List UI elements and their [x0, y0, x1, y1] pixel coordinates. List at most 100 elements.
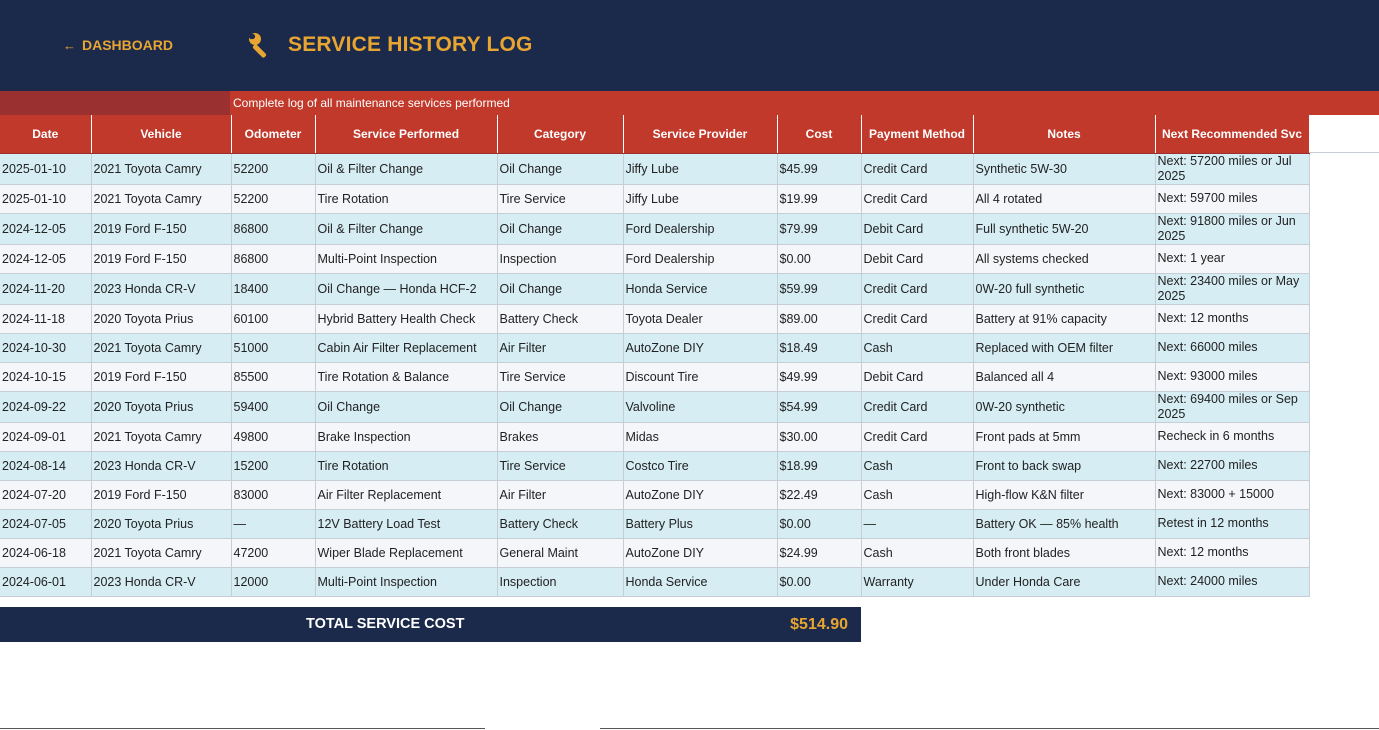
- cell-cost[interactable]: $89.00: [777, 304, 862, 334]
- cell-notes[interactable]: All 4 rotated: [973, 184, 1156, 214]
- cell-date[interactable]: 2025-01-10: [0, 184, 92, 214]
- cell-payment[interactable]: Cash: [861, 333, 974, 363]
- cell-next-service[interactable]: Next: 23400 miles or May 2025: [1155, 273, 1310, 305]
- cell-cost[interactable]: $30.00: [777, 422, 862, 452]
- cell-vehicle[interactable]: 2020 Toyota Prius: [91, 304, 232, 334]
- cell-provider[interactable]: Ford Dealership: [623, 213, 778, 245]
- cell-cost[interactable]: $54.99: [777, 391, 862, 423]
- cell-date[interactable]: 2024-12-05: [0, 244, 92, 274]
- cell-next-service[interactable]: Next: 93000 miles: [1155, 362, 1310, 392]
- cell-payment[interactable]: Credit Card: [861, 422, 974, 452]
- cell-category[interactable]: Inspection: [497, 244, 624, 274]
- cell-odometer[interactable]: 86800: [231, 213, 316, 245]
- cell-notes[interactable]: Under Honda Care: [973, 567, 1156, 597]
- cell-cost[interactable]: $0.00: [777, 567, 862, 597]
- column-header-payment[interactable]: Payment Method: [861, 115, 974, 154]
- cell-date[interactable]: 2024-10-15: [0, 362, 92, 392]
- cell-cost[interactable]: $19.99: [777, 184, 862, 214]
- cell-vehicle[interactable]: 2021 Toyota Camry: [91, 333, 232, 363]
- cell-provider[interactable]: Jiffy Lube: [623, 184, 778, 214]
- cell-payment[interactable]: Cash: [861, 538, 974, 568]
- cell-payment[interactable]: Credit Card: [861, 391, 974, 423]
- cell-vehicle[interactable]: 2020 Toyota Prius: [91, 509, 232, 539]
- cell-next-service[interactable]: Next: 91800 miles or Jun 2025: [1155, 213, 1310, 245]
- cell-provider[interactable]: Midas: [623, 422, 778, 452]
- cell-notes[interactable]: Front pads at 5mm: [973, 422, 1156, 452]
- cell-next-service[interactable]: Next: 59700 miles: [1155, 184, 1310, 214]
- cell-service[interactable]: Brake Inspection: [315, 422, 498, 452]
- cell-service[interactable]: Oil & Filter Change: [315, 153, 498, 185]
- cell-service[interactable]: Oil Change — Honda HCF-2: [315, 273, 498, 305]
- cell-vehicle[interactable]: 2021 Toyota Camry: [91, 422, 232, 452]
- cell-payment[interactable]: Debit Card: [861, 213, 974, 245]
- cell-odometer[interactable]: —: [231, 509, 316, 539]
- cell-payment[interactable]: Cash: [861, 451, 974, 481]
- cell-date[interactable]: 2024-09-22: [0, 391, 92, 423]
- cell-cost[interactable]: $24.99: [777, 538, 862, 568]
- cell-category[interactable]: Oil Change: [497, 391, 624, 423]
- cell-payment[interactable]: Cash: [861, 480, 974, 510]
- column-header-odometer[interactable]: Odometer: [231, 115, 316, 154]
- cell-odometer[interactable]: 86800: [231, 244, 316, 274]
- cell-service[interactable]: Tire Rotation: [315, 184, 498, 214]
- cell-provider[interactable]: Battery Plus: [623, 509, 778, 539]
- cell-vehicle[interactable]: 2023 Honda CR-V: [91, 273, 232, 305]
- cell-next-service[interactable]: Next: 22700 miles: [1155, 451, 1310, 481]
- cell-service[interactable]: Multi-Point Inspection: [315, 567, 498, 597]
- cell-next-service[interactable]: Next: 12 months: [1155, 304, 1310, 334]
- cell-odometer[interactable]: 52200: [231, 153, 316, 185]
- cell-notes[interactable]: Replaced with OEM filter: [973, 333, 1156, 363]
- cell-notes[interactable]: Balanced all 4: [973, 362, 1156, 392]
- cell-next-service[interactable]: Next: 24000 miles: [1155, 567, 1310, 597]
- cell-category[interactable]: Oil Change: [497, 273, 624, 305]
- cell-payment[interactable]: Credit Card: [861, 273, 974, 305]
- column-header-service[interactable]: Service Performed: [315, 115, 498, 154]
- cell-service[interactable]: Air Filter Replacement: [315, 480, 498, 510]
- cell-payment[interactable]: Credit Card: [861, 184, 974, 214]
- cell-service[interactable]: Cabin Air Filter Replacement: [315, 333, 498, 363]
- cell-notes[interactable]: Both front blades: [973, 538, 1156, 568]
- cell-service[interactable]: Tire Rotation: [315, 451, 498, 481]
- cell-date[interactable]: 2024-11-18: [0, 304, 92, 334]
- cell-cost[interactable]: $18.49: [777, 333, 862, 363]
- cell-date[interactable]: 2024-09-01: [0, 422, 92, 452]
- cell-service[interactable]: 12V Battery Load Test: [315, 509, 498, 539]
- cell-date[interactable]: 2024-10-30: [0, 333, 92, 363]
- cell-vehicle[interactable]: 2019 Ford F-150: [91, 213, 232, 245]
- cell-vehicle[interactable]: 2019 Ford F-150: [91, 244, 232, 274]
- cell-vehicle[interactable]: 2021 Toyota Camry: [91, 538, 232, 568]
- cell-provider[interactable]: AutoZone DIY: [623, 538, 778, 568]
- cell-category[interactable]: Tire Service: [497, 451, 624, 481]
- cell-date[interactable]: 2024-08-14: [0, 451, 92, 481]
- cell-notes[interactable]: Front to back swap: [973, 451, 1156, 481]
- cell-date[interactable]: 2024-07-05: [0, 509, 92, 539]
- cell-next-service[interactable]: Next: 1 year: [1155, 244, 1310, 274]
- cell-notes[interactable]: 0W-20 full synthetic: [973, 273, 1156, 305]
- cell-payment[interactable]: Debit Card: [861, 244, 974, 274]
- cell-vehicle[interactable]: 2019 Ford F-150: [91, 362, 232, 392]
- cell-cost[interactable]: $79.99: [777, 213, 862, 245]
- cell-vehicle[interactable]: 2023 Honda CR-V: [91, 451, 232, 481]
- cell-provider[interactable]: Toyota Dealer: [623, 304, 778, 334]
- cell-cost[interactable]: $49.99: [777, 362, 862, 392]
- cell-payment[interactable]: Credit Card: [861, 153, 974, 185]
- cell-provider[interactable]: Costco Tire: [623, 451, 778, 481]
- cell-next-service[interactable]: Next: 12 months: [1155, 538, 1310, 568]
- cell-notes[interactable]: High-flow K&N filter: [973, 480, 1156, 510]
- cell-provider[interactable]: AutoZone DIY: [623, 480, 778, 510]
- cell-date[interactable]: 2025-01-10: [0, 153, 92, 185]
- cell-cost[interactable]: $45.99: [777, 153, 862, 185]
- cell-vehicle[interactable]: 2021 Toyota Camry: [91, 184, 232, 214]
- cell-service[interactable]: Multi-Point Inspection: [315, 244, 498, 274]
- cell-provider[interactable]: Valvoline: [623, 391, 778, 423]
- cell-service[interactable]: Wiper Blade Replacement: [315, 538, 498, 568]
- cell-cost[interactable]: $22.49: [777, 480, 862, 510]
- cell-odometer[interactable]: 49800: [231, 422, 316, 452]
- cell-odometer[interactable]: 85500: [231, 362, 316, 392]
- cell-category[interactable]: Tire Service: [497, 362, 624, 392]
- cell-notes[interactable]: Synthetic 5W-30: [973, 153, 1156, 185]
- cell-provider[interactable]: Honda Service: [623, 567, 778, 597]
- cell-cost[interactable]: $59.99: [777, 273, 862, 305]
- cell-odometer[interactable]: 18400: [231, 273, 316, 305]
- cell-category[interactable]: Battery Check: [497, 509, 624, 539]
